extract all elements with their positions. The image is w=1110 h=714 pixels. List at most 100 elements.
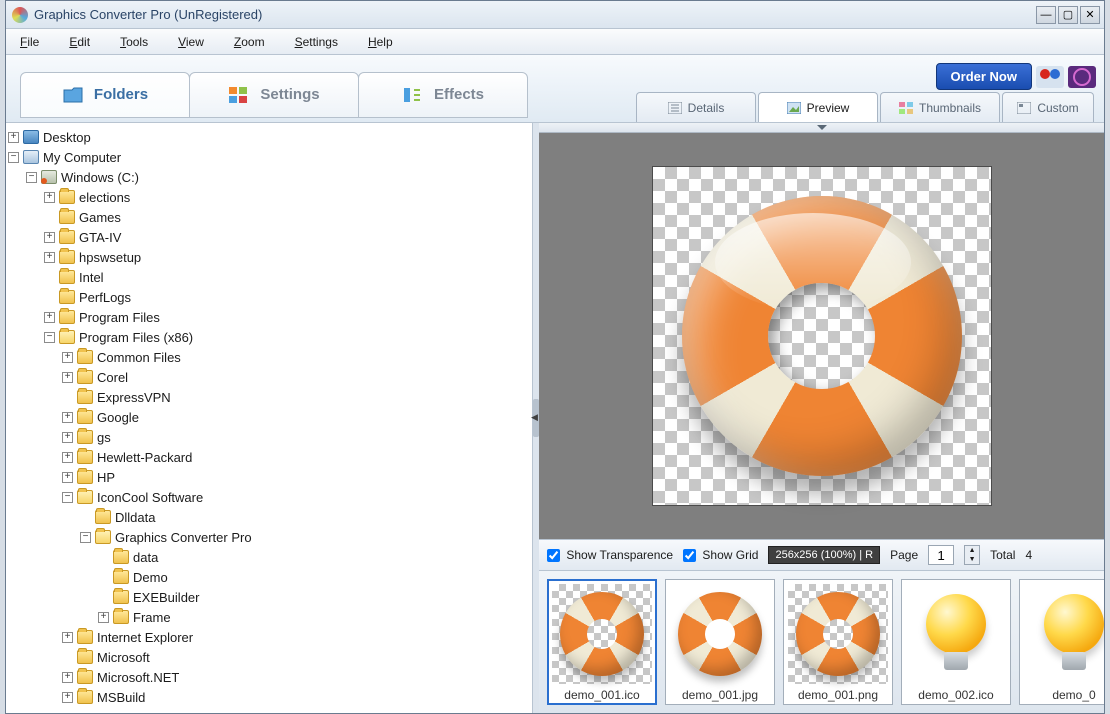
page-spinner[interactable]: ▲▼ [964,545,980,565]
tree-item-label: Graphics Converter Pro [115,530,252,545]
tree-item[interactable]: ExpressVPN [8,387,530,407]
tree-expander[interactable]: + [44,312,55,323]
thumbnail-image [1039,592,1104,676]
tab-effects[interactable]: Effects [358,72,528,118]
tree-item-label: Demo [133,570,168,585]
menu-file[interactable]: File [20,35,39,49]
tree-item-label: EXEBuilder [133,590,199,605]
tree-expander[interactable]: + [62,452,73,463]
tree-item[interactable]: − Program Files (x86) [8,327,530,347]
tree-expander[interactable]: + [62,432,73,443]
tree-item[interactable]: data [8,547,530,567]
subtab-custom[interactable]: Custom [1002,92,1094,122]
thumbnail-item[interactable]: demo_001.ico [547,579,657,705]
thumbnail-item[interactable]: demo_0 [1019,579,1104,705]
folder-icon [59,270,75,284]
thumbnail-item[interactable]: demo_001.png [783,579,893,705]
tree-expander[interactable]: + [62,692,73,703]
tree-expander[interactable]: − [8,152,19,163]
tab-folders-label: Folders [94,86,148,103]
tree-expander[interactable]: − [62,492,73,503]
tree-item[interactable]: + Corel [8,367,530,387]
tree-item[interactable]: + elections [8,187,530,207]
tree-expander[interactable]: + [8,132,19,143]
tree-item[interactable]: + Frame [8,607,530,627]
close-button[interactable]: ✕ [1080,6,1100,24]
tree-item[interactable]: Dlldata [8,507,530,527]
tree-item[interactable]: + Program Files [8,307,530,327]
tree-item[interactable]: Games [8,207,530,227]
minimize-button[interactable]: — [1036,6,1056,24]
tree-item[interactable]: Demo [8,567,530,587]
tree-item-label: data [133,550,158,565]
tree-item-label: Common Files [97,350,181,365]
tree-item[interactable]: − My Computer [8,147,530,167]
menu-edit[interactable]: Edit [69,35,90,49]
tree-item[interactable]: + gs [8,427,530,447]
tree-item[interactable]: EXEBuilder [8,587,530,607]
tree-expander[interactable]: + [62,472,73,483]
show-grid-checkbox[interactable]: Show Grid [683,548,758,562]
tree-expander[interactable]: − [80,532,91,543]
tree-item[interactable]: + GTA-IV [8,227,530,247]
tree-item[interactable]: + MSBuild [8,687,530,707]
tree-expander[interactable]: − [44,332,55,343]
thumbnail-item[interactable]: demo_001.jpg [665,579,775,705]
menu-help[interactable]: Help [368,35,393,49]
tree-item[interactable]: + Common Files [8,347,530,367]
subtab-preview[interactable]: Preview [758,92,878,122]
tree-item[interactable]: − Graphics Converter Pro [8,527,530,547]
subtab-thumbnails[interactable]: Thumbnails [880,92,1000,122]
tree-item[interactable]: + Hewlett-Packard [8,447,530,467]
order-now-button[interactable]: Order Now [936,63,1032,90]
tab-settings[interactable]: Settings [189,72,359,118]
tree-item[interactable]: + Internet Explorer [8,627,530,647]
tree-item[interactable]: − IconCool Software [8,487,530,507]
tab-folders[interactable]: Folders [20,72,190,118]
show-transparence-checkbox[interactable]: Show Transparence [547,548,673,562]
tree-expander[interactable]: + [44,232,55,243]
tree-item[interactable]: − Windows (C:) [8,167,530,187]
tree-item-label: Games [79,210,121,225]
tree-item[interactable]: Intel [8,267,530,287]
menu-tools[interactable]: Tools [120,35,148,49]
tree-expander[interactable]: + [62,412,73,423]
menu-settings[interactable]: Settings [295,35,338,49]
menu-view[interactable]: View [178,35,204,49]
tree-expander[interactable]: + [62,352,73,363]
folder-tree-pane[interactable]: + Desktop − My Computer − Windows (C:) +… [6,123,533,713]
preview-canvas [652,166,992,506]
tree-expander[interactable]: − [26,172,37,183]
tree-item-label: Program Files (x86) [79,330,193,345]
tree-item[interactable]: + hpswsetup [8,247,530,267]
tree-expander[interactable]: + [62,672,73,683]
thumbnail-strip[interactable]: demo_001.ico demo_001.jpg demo_001.png d… [539,570,1104,713]
tree-item[interactable]: + HP [8,467,530,487]
preview-viewport[interactable] [539,133,1104,539]
tree-item[interactable]: + Desktop [8,127,530,147]
tree-item[interactable]: PerfLogs [8,287,530,307]
maximize-button[interactable]: ▢ [1058,6,1078,24]
tree-item-label: Internet Explorer [97,630,193,645]
subtab-details[interactable]: Details [636,92,756,122]
tree-expander[interactable]: + [62,632,73,643]
tree-item[interactable]: + Google [8,407,530,427]
tab-effects-label: Effects [434,86,484,103]
tree-item[interactable]: Microsoft [8,647,530,667]
panel-collapse-handle[interactable] [539,123,1104,133]
tree-item-label: HP [97,470,115,485]
page-input[interactable] [928,545,954,565]
tree-expander[interactable]: + [44,252,55,263]
preview-pane: Show Transparence Show Grid 256x256 (100… [539,123,1104,713]
tree-expander[interactable]: + [44,192,55,203]
settings-icon [228,86,250,104]
window-title: Graphics Converter Pro (UnRegistered) [34,7,1036,22]
thumbnail-label: demo_001.ico [552,688,652,702]
menu-zoom[interactable]: Zoom [234,35,265,49]
custom-icon [1017,102,1031,114]
tree-expander[interactable]: + [62,372,73,383]
preview-image [682,196,962,476]
thumbnail-item[interactable]: demo_002.ico [901,579,1011,705]
tree-expander[interactable]: + [98,612,109,623]
tree-item[interactable]: + Microsoft.NET [8,667,530,687]
